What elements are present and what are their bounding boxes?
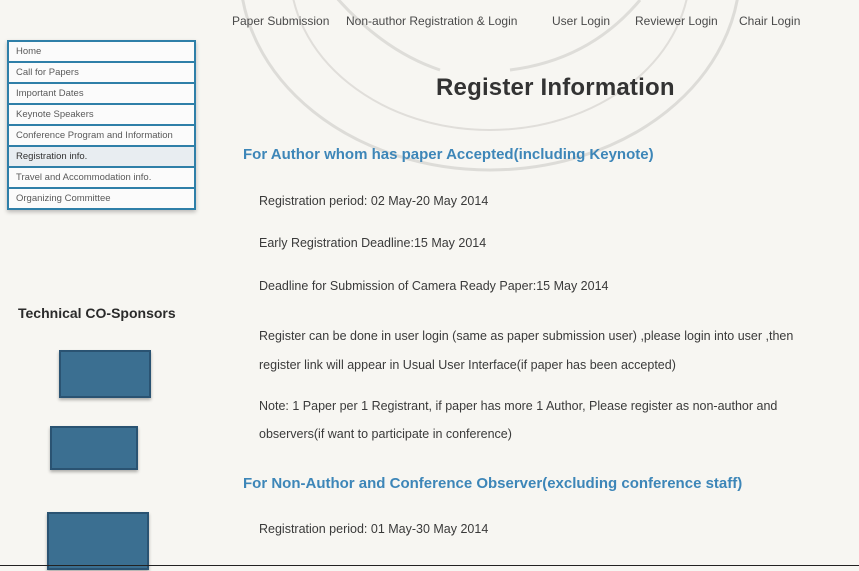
camera-ready-deadline: Deadline for Submission of Camera Ready … <box>259 279 609 293</box>
divider <box>0 565 859 566</box>
sponsor-logo[interactable] <box>59 350 151 398</box>
sponsor-logo[interactable] <box>50 426 138 470</box>
sidebar-item-home[interactable]: Home <box>9 42 194 61</box>
note-line2: observers(if want to participate in conf… <box>259 427 512 441</box>
author-section-heading: For Author whom has paper Accepted(inclu… <box>243 146 654 163</box>
sidebar-item-call-for-papers[interactable]: Call for Papers <box>9 63 194 82</box>
sidebar-item-conference-program[interactable]: Conference Program and Information <box>9 126 194 145</box>
sidebar-item-registration-info[interactable]: Registration info. <box>9 147 194 166</box>
page-title: Register Information <box>436 74 675 101</box>
sidebar-item-travel-accommodation[interactable]: Travel and Accommodation info. <box>9 168 194 187</box>
nav-non-author-registration[interactable]: Non-author Registration & Login <box>346 14 517 28</box>
register-instructions-line1: Register can be done in user login (same… <box>259 329 794 343</box>
sidebar-item-important-dates[interactable]: Important Dates <box>9 84 194 103</box>
nav-reviewer-login[interactable]: Reviewer Login <box>635 14 718 28</box>
nonauthor-section-heading: For Non-Author and Conference Observer(e… <box>243 475 743 492</box>
sidebar-item-organizing-committee[interactable]: Organizing Committee <box>9 189 194 208</box>
sidebar-menu: Home Call for Papers Important Dates Key… <box>7 40 196 210</box>
sponsors-title: Technical CO-Sponsors <box>18 305 176 321</box>
sponsor-logo[interactable] <box>47 512 149 570</box>
nav-user-login[interactable]: User Login <box>552 14 610 28</box>
author-registration-period: Registration period: 02 May-20 May 2014 <box>259 194 489 208</box>
nonauthor-registration-period: Registration period: 01 May-30 May 2014 <box>259 522 489 536</box>
note-line1: Note: 1 Paper per 1 Registrant, if paper… <box>259 399 778 413</box>
sidebar-item-keynote-speakers[interactable]: Keynote Speakers <box>9 105 194 124</box>
early-registration-deadline: Early Registration Deadline:15 May 2014 <box>259 236 487 250</box>
nav-chair-login[interactable]: Chair Login <box>739 14 800 28</box>
nav-paper-submission[interactable]: Paper Submission <box>232 14 329 28</box>
register-instructions-line2: register link will appear in Usual User … <box>259 358 676 372</box>
top-nav: Paper Submission Non-author Registration… <box>232 14 859 36</box>
